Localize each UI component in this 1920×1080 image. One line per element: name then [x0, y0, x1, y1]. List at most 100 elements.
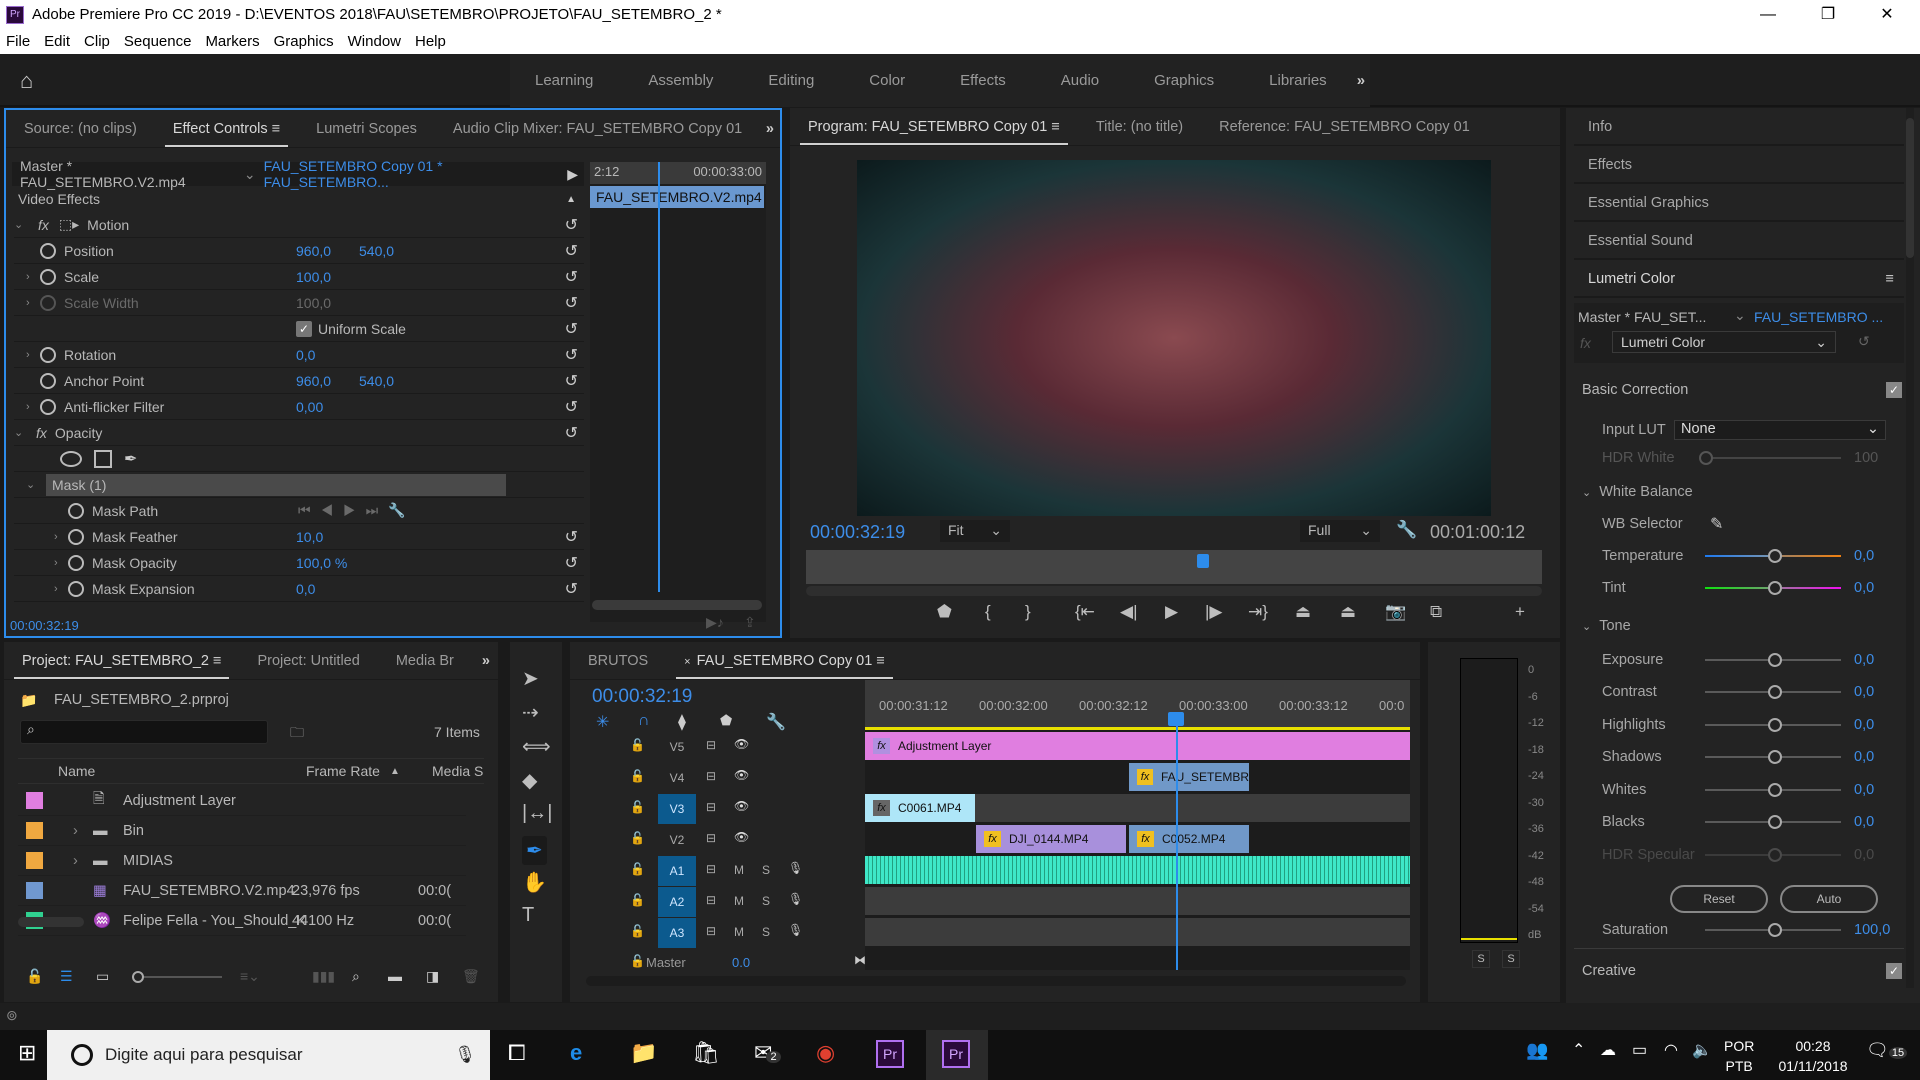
volume-icon[interactable]: 🔈 [1692, 1040, 1712, 1060]
new-item-icon[interactable]: ◨ [426, 968, 439, 985]
lock-track-icon[interactable]: 🔓 [630, 800, 645, 814]
track-target-v2[interactable]: V2 [658, 825, 696, 855]
playback-resolution-dropdown[interactable]: Full ⌄ [1300, 520, 1380, 542]
close-button[interactable]: ✕ [1864, 0, 1910, 29]
tab-sequence-fau[interactable]: × FAU_SETEMBRO Copy 01 ≡ [666, 653, 903, 679]
panel-overflow-button[interactable]: » [766, 121, 774, 137]
reset-icon[interactable]: ↺ [565, 241, 578, 261]
chevron-right-icon[interactable]: › [73, 853, 93, 869]
transform-icon[interactable]: ⬚▸ [59, 216, 79, 233]
sequence-clip-dropdown[interactable]: FAU_SETEMBRO Copy 01 * FAU_SETEMBRO... [264, 158, 568, 190]
menu-file[interactable]: File [6, 33, 30, 50]
slider-knob[interactable] [1768, 750, 1782, 764]
lock-track-icon[interactable]: 🔓 [630, 954, 645, 968]
battery-icon[interactable]: ▭ [1632, 1040, 1647, 1060]
rectangle-mask-icon[interactable] [94, 449, 112, 468]
mask-expansion-value[interactable]: 0,0 [296, 581, 315, 597]
tab-reference[interactable]: Reference: FAU_SETEMBRO Copy 01 [1201, 119, 1488, 135]
menu-edit[interactable]: Edit [44, 33, 70, 50]
workspace-color[interactable]: Color [869, 72, 905, 89]
eyedropper-icon[interactable]: ✎ [1710, 514, 1723, 534]
temperature-slider[interactable] [1705, 549, 1841, 563]
microphone-icon[interactable]: 🎙 [788, 892, 803, 906]
fx-icon[interactable]: fx [38, 217, 49, 233]
zoom-slider[interactable] [132, 971, 222, 983]
workspaces-overflow-button[interactable]: » [1357, 72, 1365, 89]
reset-icon[interactable]: ↺ [565, 397, 578, 417]
uniform-scale-checkbox[interactable]: ✓ [296, 320, 312, 337]
lock-open-icon[interactable]: 🔓 [26, 968, 43, 985]
stopwatch-icon[interactable] [40, 242, 56, 259]
menu-window[interactable]: Window [348, 33, 401, 50]
store-icon[interactable]: 🛍 [692, 1040, 720, 1066]
sort-ascending-icon[interactable]: ▲ [390, 766, 400, 777]
ripple-edit-tool-icon[interactable]: ⟺ [522, 734, 551, 759]
reset-icon[interactable]: ↺ [565, 553, 578, 573]
chevron-down-icon[interactable]: ⌄ [26, 478, 40, 491]
menu-sequence[interactable]: Sequence [124, 33, 192, 50]
panel-lumetri-color[interactable]: Lumetri Color ≡ [1574, 262, 1904, 298]
sort-icons-icon[interactable]: ≡⌄ [240, 968, 260, 985]
new-bin-icon[interactable]: ▬ [388, 968, 402, 984]
pen-tool-icon[interactable]: ✒ [522, 836, 547, 865]
panel-overflow-button[interactable]: » [482, 653, 490, 669]
position-y-value[interactable]: 540,0 [359, 243, 394, 259]
clear-icon[interactable]: 🗑 [462, 968, 480, 985]
sync-lock-icon[interactable]: ⊟ [706, 769, 716, 783]
mark-out-icon[interactable]: } [1025, 602, 1031, 622]
microphone-icon[interactable]: 🎙 [788, 861, 803, 875]
menu-clip[interactable]: Clip [84, 33, 110, 50]
right-panel-scrollbar[interactable] [1906, 108, 1914, 988]
add-marker-icon[interactable]: ⬟ [720, 712, 732, 729]
reset-icon[interactable]: ↺ [565, 267, 578, 287]
anchor-x-value[interactable]: 960,0 [296, 373, 331, 389]
show-timeline-toggle[interactable]: ▶ [567, 166, 578, 183]
project-item[interactable]: › ▬ MIDIAS [18, 846, 466, 876]
mini-playhead[interactable] [658, 162, 660, 592]
basic-correction-checkbox[interactable]: ✓ [1886, 382, 1902, 398]
icon-view-icon[interactable]: ▭ [96, 968, 109, 985]
chevron-right-icon[interactable]: › [54, 583, 68, 595]
anchor-y-value[interactable]: 540,0 [359, 373, 394, 389]
workspace-libraries[interactable]: Libraries [1269, 72, 1327, 89]
stopwatch-icon[interactable] [68, 528, 84, 545]
lumetri-sequence-dropdown[interactable]: FAU_SETEMBRO ... [1754, 309, 1883, 325]
mask-opacity-value[interactable]: 100,0 % [296, 555, 347, 571]
project-item[interactable]: › ▬ Bin [18, 816, 466, 846]
button-editor-icon[interactable]: + [1515, 602, 1525, 622]
taskbar-search[interactable]: Digite aqui para pesquisar 🎙 [47, 1030, 490, 1080]
menu-markers[interactable]: Markers [205, 33, 259, 50]
program-playhead[interactable] [1197, 554, 1210, 568]
basic-correction-header[interactable]: Basic Correction ✓ [1582, 382, 1902, 398]
selection-tool-icon[interactable]: ➤ [522, 666, 539, 691]
lock-track-icon[interactable]: 🔓 [630, 862, 645, 876]
automate-to-sequence-icon[interactable]: ▮▮▮ [312, 968, 335, 985]
reset-icon[interactable]: ↺ [565, 371, 578, 391]
stopwatch-icon[interactable] [40, 346, 56, 363]
tab-audio-clip-mixer[interactable]: Audio Clip Mixer: FAU_SETEMBRO Copy 01 [435, 121, 760, 137]
panel-effects[interactable]: Effects [1574, 148, 1904, 184]
slip-tool-icon[interactable]: |↔| [522, 802, 552, 825]
solo-button[interactable]: S [762, 894, 770, 908]
mask-row[interactable]: ⌄ Mask (1) [14, 472, 584, 498]
project-item[interactable]: ▦ FAU_SETEMBRO.V2.mp4 23,976 fps 00:0( [18, 876, 466, 906]
pen-mask-icon[interactable]: ✒ [124, 449, 137, 469]
linked-selection-icon[interactable]: ⧫ [678, 712, 686, 732]
shadows-value[interactable]: 0,0 [1854, 749, 1874, 765]
ellipse-mask-icon[interactable] [60, 450, 82, 467]
track-target-v3[interactable]: V3 [658, 794, 696, 824]
reset-icon[interactable]: ↺ [565, 423, 578, 443]
step-forward-icon[interactable]: |▶ [1205, 602, 1223, 622]
panel-menu-icon[interactable]: ≡ [1886, 271, 1894, 287]
creative-cloud-icon[interactable]: ⊚ [6, 1007, 18, 1024]
track-target-a3[interactable]: A3 [658, 918, 696, 948]
project-hscrollbar[interactable] [18, 917, 84, 927]
blacks-slider[interactable] [1705, 815, 1841, 829]
panel-menu-icon[interactable]: ≡ [1051, 119, 1059, 135]
whites-value[interactable]: 0,0 [1854, 782, 1874, 798]
temperature-value[interactable]: 0,0 [1854, 548, 1874, 564]
timeline-timecode[interactable]: 00:00:32:19 [592, 686, 692, 708]
sync-lock-icon[interactable]: ⊟ [706, 800, 716, 814]
chevron-right-icon[interactable]: › [54, 531, 68, 543]
panel-essential-graphics[interactable]: Essential Graphics [1574, 186, 1904, 222]
